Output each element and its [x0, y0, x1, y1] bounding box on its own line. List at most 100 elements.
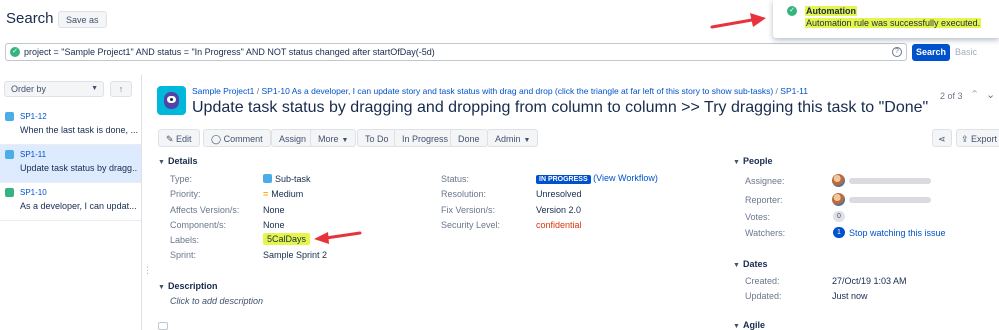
priority-value[interactable]: = Medium: [263, 189, 303, 199]
priority-medium-icon: =: [263, 189, 269, 199]
status-value: IN PROGRESS (View Workflow): [536, 173, 658, 184]
updated-label: Updated:: [745, 291, 782, 301]
description-heading-label: Description: [168, 281, 218, 291]
breadcrumb: Sample Project1 / SP1-10 As a developer,…: [192, 86, 809, 96]
pencil-icon: ✎: [166, 134, 177, 144]
resize-handle[interactable]: ⋮: [143, 265, 152, 276]
issue-title[interactable]: Update task status by dragging and dropp…: [192, 99, 928, 117]
export-label: Export: [971, 134, 998, 144]
issue-pager: 2 of 3: [940, 91, 963, 101]
project-avatar: [157, 86, 186, 115]
breadcrumb-project[interactable]: Sample Project1: [192, 86, 254, 96]
inprogress-transition-button[interactable]: In Progress: [394, 129, 457, 147]
chevron-down-icon: ▼: [158, 284, 165, 291]
edit-button[interactable]: ✎ Edit: [158, 129, 200, 147]
basic-search-link[interactable]: Basic: [955, 47, 977, 57]
jql-query-text[interactable]: project = "Sample Project1" AND status =…: [24, 47, 435, 57]
export-icon: ⇪: [961, 134, 972, 144]
previous-issue-icon[interactable]: ⌃: [970, 88, 979, 101]
export-button[interactable]: ⇪ Export: [956, 129, 999, 147]
fix-version-label: Fix Version/s:: [441, 205, 496, 215]
stop-watching-link[interactable]: Stop watching this issue: [849, 228, 946, 238]
sprint-label: Sprint:: [170, 250, 197, 260]
sprint-value[interactable]: Sample Sprint 2: [263, 250, 327, 260]
next-issue-icon[interactable]: ⌄: [986, 88, 995, 101]
dates-heading[interactable]: ▼ Dates: [733, 259, 768, 269]
breadcrumb-key[interactable]: SP1-11: [780, 86, 808, 96]
story-icon: [5, 188, 14, 197]
done-transition-button[interactable]: Done: [450, 129, 488, 147]
component-value[interactable]: None: [263, 220, 285, 230]
admin-label: Admin: [495, 134, 521, 144]
jql-search-bar[interactable]: ✓ project = "Sample Project1" AND status…: [5, 43, 907, 61]
chevron-down-icon: ▼: [158, 159, 165, 166]
comment-icon: ◯: [211, 134, 224, 144]
order-by-label: Order by: [11, 84, 47, 94]
reporter-avatar[interactable]: [832, 193, 845, 206]
list-item[interactable]: SP1-12 When the last task is done, ...: [0, 107, 141, 145]
breadcrumb-parent[interactable]: SP1-10 As a developer, I can update stor…: [261, 86, 773, 96]
votes-label: Votes:: [745, 212, 771, 222]
people-heading-label: People: [743, 156, 773, 166]
help-icon[interactable]: ?: [892, 47, 902, 57]
list-item-summary: As a developer, I can updat...: [20, 201, 137, 211]
order-by-dropdown[interactable]: Order by ▼: [4, 81, 104, 97]
fix-version-value[interactable]: Version 2.0: [536, 205, 581, 215]
list-item-key: SP1-12: [20, 112, 47, 121]
chevron-down-icon: ▼: [733, 159, 740, 166]
annotation-arrow-label: [314, 231, 362, 244]
people-heading[interactable]: ▼ People: [733, 156, 773, 166]
more-button[interactable]: More ▼: [310, 129, 357, 147]
security-level-value[interactable]: confidential: [536, 220, 582, 230]
subtask-icon: [5, 150, 14, 159]
list-item[interactable]: SP1-10 As a developer, I can updat...: [0, 183, 141, 221]
chevron-down-icon: ▼: [523, 137, 531, 144]
list-item-key: SP1-10: [20, 188, 47, 197]
search-button[interactable]: Search: [912, 44, 950, 61]
toast-message: Automation rule was successfully execute…: [805, 18, 982, 28]
affects-version-value[interactable]: None: [263, 205, 285, 215]
more-label: More: [318, 134, 339, 144]
watchers-count[interactable]: 1: [833, 227, 845, 238]
admin-button[interactable]: Admin ▼: [487, 129, 539, 147]
list-item-summary: Update task status by dragg...: [20, 163, 138, 173]
affects-version-label: Affects Version/s:: [170, 205, 240, 215]
status-badge: IN PROGRESS: [536, 175, 591, 184]
annotation-arrow-toast: [710, 13, 766, 29]
agile-heading[interactable]: ▼ Agile: [733, 320, 765, 330]
success-check-icon: ✓: [787, 6, 797, 16]
subtask-icon: [5, 112, 14, 121]
label-tag[interactable]: 5CalDays: [263, 233, 311, 245]
details-heading[interactable]: ▼ Details: [158, 156, 198, 166]
chevron-down-icon: ▼: [733, 323, 740, 330]
view-workflow-link[interactable]: (View Workflow): [593, 173, 658, 183]
issue-list-sidebar: Order by ▼ ↑ SP1-12 When the last task i…: [0, 75, 152, 330]
subtask-icon: [263, 174, 272, 183]
comment-button[interactable]: ◯ Comment: [203, 129, 271, 147]
priority-value-text: Medium: [271, 189, 304, 199]
save-as-button[interactable]: Save as: [58, 11, 107, 28]
type-label: Type:: [170, 174, 193, 184]
list-item-summary: When the last task is done, ...: [20, 125, 138, 135]
chevron-down-icon: ▼: [733, 262, 740, 269]
assignee-avatar[interactable]: [832, 174, 845, 187]
details-heading-label: Details: [168, 156, 198, 166]
assignee-label: Assignee:: [745, 176, 785, 186]
edit-label: Edit: [176, 134, 192, 144]
todo-transition-button[interactable]: To Do: [357, 129, 397, 147]
sort-direction-button[interactable]: ↑: [110, 81, 132, 97]
description-placeholder[interactable]: Click to add description: [170, 296, 263, 306]
votes-count[interactable]: 0: [833, 211, 845, 222]
list-item-selected[interactable]: SP1-11 Update task status by dragg...: [0, 145, 141, 183]
valid-check-icon: ✓: [10, 47, 20, 57]
assign-button[interactable]: Assign: [271, 129, 315, 147]
status-label: Status:: [441, 174, 470, 184]
page-title: Search: [6, 10, 54, 27]
next-section-chevron[interactable]: [158, 322, 168, 330]
watchers-label: Watchers:: [745, 228, 786, 238]
reporter-label: Reporter:: [745, 195, 783, 205]
agile-heading-label: Agile: [743, 320, 766, 330]
share-button[interactable]: ⋖: [932, 129, 952, 147]
created-label: Created:: [745, 276, 780, 286]
description-heading[interactable]: ▼ Description: [158, 281, 218, 291]
